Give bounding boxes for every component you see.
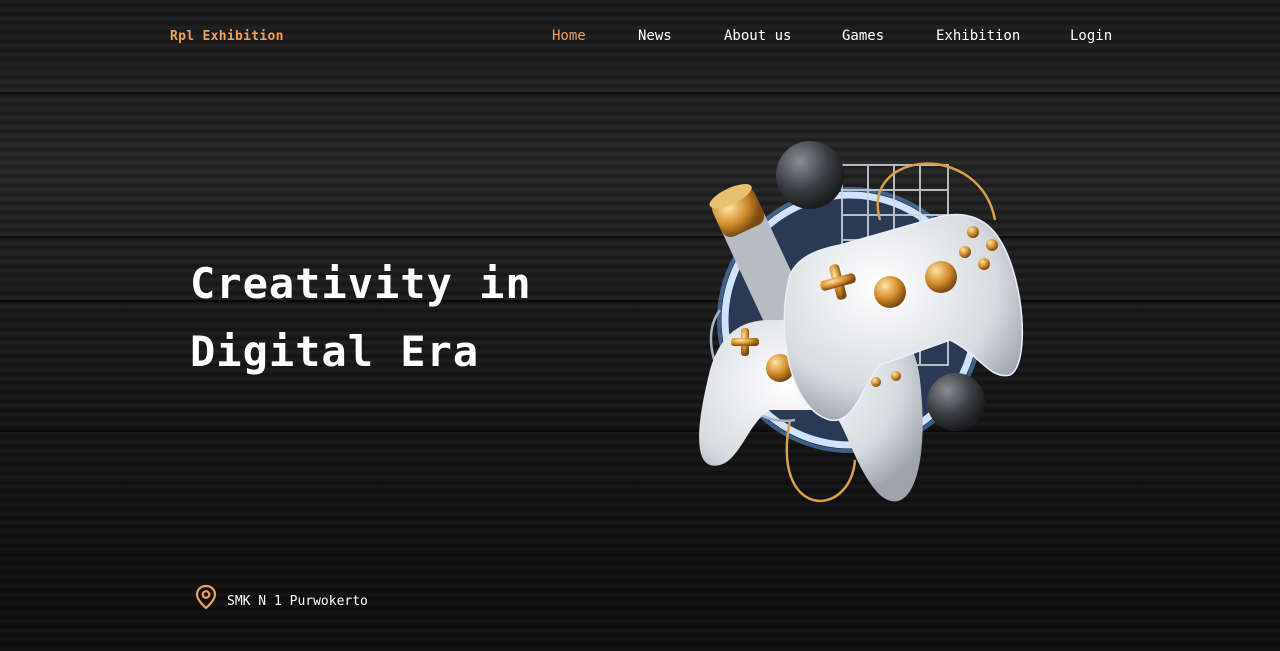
nav-login-link[interactable]: Login — [1070, 28, 1112, 44]
sphere-shape — [776, 141, 844, 209]
map-pin-icon — [195, 584, 217, 610]
nav-home-link[interactable]: Home — [552, 28, 586, 44]
hero-title-line1: Creativity in — [190, 259, 532, 308]
sphere-shape — [927, 373, 985, 431]
nav-exhibition-link[interactable]: Exhibition — [936, 28, 1020, 44]
location-text: SMK N 1 Purwokerto — [227, 594, 368, 609]
main-nav: Home News About us Games Exhibition Logi… — [0, 28, 1280, 48]
nav-about-link[interactable]: About us — [724, 28, 791, 44]
game-controllers-illustration — [699, 141, 1024, 503]
nav-news-link[interactable]: News — [638, 28, 672, 44]
hero-title: Creativity in Digital Era — [190, 250, 532, 386]
hero-title-line2: Digital Era — [190, 327, 480, 376]
wood-seam — [0, 92, 1280, 94]
nav-games-link[interactable]: Games — [842, 28, 884, 44]
wood-seam — [0, 430, 1280, 432]
wood-seam — [0, 236, 1280, 238]
